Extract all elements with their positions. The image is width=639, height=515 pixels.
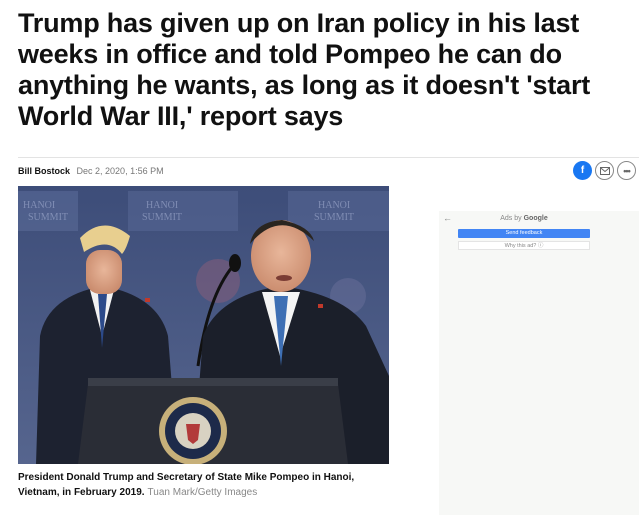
info-icon: ⓘ	[537, 243, 544, 249]
more-options-button[interactable]: •••	[617, 161, 636, 180]
email-share-button[interactable]	[595, 161, 614, 180]
svg-text:HANOI: HANOI	[146, 200, 178, 211]
svg-text:SUMMIT: SUMMIT	[314, 212, 354, 223]
svg-text:HANOI: HANOI	[318, 200, 350, 211]
mail-icon	[599, 166, 610, 175]
svg-text:SUMMIT: SUMMIT	[28, 212, 68, 223]
facebook-share-button[interactable]: f	[573, 161, 592, 180]
svg-text:SUMMIT: SUMMIT	[142, 212, 182, 223]
why-this-ad-button[interactable]: Why this ad? ⓘ	[458, 241, 590, 250]
publish-date: Dec 2, 2020, 1:56 PM	[76, 166, 164, 176]
share-bar: f •••	[573, 161, 636, 180]
ad-feedback-panel: ← Ads by Google Send feedback Why this a…	[439, 211, 639, 515]
svg-text:HANOI: HANOI	[23, 200, 55, 211]
article-photo: HANOI SUMMIT HANOI SUMMIT HANOI SUMMIT	[18, 186, 389, 464]
article-headline: Trump has given up on Iran policy in his…	[18, 8, 591, 131]
byline-divider	[18, 157, 639, 158]
photo-illustration: HANOI SUMMIT HANOI SUMMIT HANOI SUMMIT	[18, 186, 389, 464]
photo-credit: Tuan Mark/Getty Images	[147, 487, 258, 498]
byline: Bill Bostock Dec 2, 2020, 1:56 PM	[18, 165, 164, 177]
ads-by-google-label: Ads by Google	[500, 215, 548, 222]
author-link[interactable]: Bill Bostock	[18, 166, 70, 176]
photo-caption: President Donald Trump and Secretary of …	[18, 470, 388, 500]
send-feedback-button[interactable]: Send feedback	[458, 229, 590, 238]
podium	[78, 378, 348, 464]
